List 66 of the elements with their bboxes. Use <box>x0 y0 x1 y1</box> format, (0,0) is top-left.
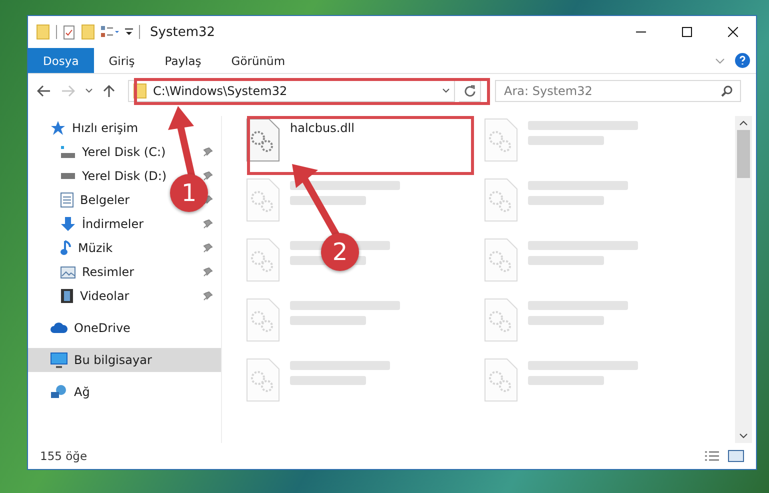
faded-file-icon <box>246 358 280 402</box>
sidebar-link[interactable]: Resimler <box>82 265 134 279</box>
picture-icon <box>60 266 76 278</box>
scrollbar-thumb[interactable] <box>737 130 750 178</box>
vertical-scrollbar[interactable] <box>735 116 752 443</box>
dropdown-chevron-icon[interactable] <box>442 88 450 94</box>
cloud-icon <box>50 322 68 334</box>
ribbon-tab[interactable]: Giriş <box>94 48 150 73</box>
drive-icon <box>60 172 76 180</box>
large-icons-view-icon[interactable] <box>728 450 744 462</box>
pin-icon[interactable] <box>203 147 213 157</box>
sidebar-link[interactable]: Yerel Disk (D:) <box>82 169 167 183</box>
folder-icon <box>36 24 50 40</box>
faded-file-icon <box>484 298 518 342</box>
maximize-icon <box>682 27 692 37</box>
faded-file-icon <box>484 178 518 222</box>
sidebar-link[interactable]: Belgeler <box>80 193 130 207</box>
properties-icon[interactable] <box>63 24 75 40</box>
faded-file-icon <box>246 298 280 342</box>
pin-icon[interactable] <box>203 291 213 301</box>
sidebar-link[interactable]: İndirmeler <box>82 217 144 231</box>
file-name[interactable]: halcbus.dll <box>290 121 354 135</box>
faded-file-icon <box>484 238 518 282</box>
dropdown-caret-icon[interactable] <box>125 28 133 36</box>
refresh-icon <box>464 85 476 97</box>
sidebar-item[interactable]: OneDrive <box>28 316 221 340</box>
film-icon <box>60 288 74 304</box>
ribbon-tab[interactable]: Görünüm <box>216 48 300 73</box>
sidebar-item[interactable]: Ağ <box>28 380 221 404</box>
faded-file-icon <box>246 238 280 282</box>
step-number-badge: 1 <box>170 174 208 212</box>
step-number-badge: 2 <box>321 233 359 271</box>
pin-icon[interactable] <box>203 243 213 253</box>
help-icon[interactable] <box>735 53 750 68</box>
sidebar-link[interactable]: Müzik <box>78 241 113 255</box>
sidebar-item[interactable]: Bu bilgisayar <box>28 348 221 372</box>
download-arrow-icon <box>60 216 76 232</box>
sidebar-item[interactable]: Hızlı erişim <box>28 116 221 140</box>
ribbon-tab[interactable]: Dosya <box>28 48 94 73</box>
ribbon-tab[interactable]: Paylaş <box>150 48 216 73</box>
search-field[interactable]: Ara: System32 <box>495 80 741 102</box>
refresh-button[interactable] <box>459 80 481 102</box>
close-icon <box>728 27 738 37</box>
dll-file-icon <box>246 118 280 162</box>
sidebar-link[interactable]: Yerel Disk (C:) <box>82 145 166 159</box>
faded-file-icon <box>484 118 518 162</box>
drive-icon <box>60 145 76 159</box>
item-count: 155 öğe <box>40 449 88 463</box>
pin-icon[interactable] <box>203 219 213 229</box>
star-icon <box>50 120 66 136</box>
address-bar[interactable]: C:\Windows\System32 <box>128 80 455 102</box>
list-view-icon[interactable] <box>101 26 119 38</box>
expand-chevron-icon[interactable] <box>715 58 725 64</box>
faded-file-icon <box>246 178 280 222</box>
details-view-icon[interactable] <box>704 450 720 462</box>
window-title: System32 <box>150 24 216 40</box>
monitor-icon <box>50 352 68 368</box>
new-folder-icon <box>81 24 95 40</box>
faded-file-icon <box>484 358 518 402</box>
document-icon <box>60 192 74 208</box>
pin-icon[interactable] <box>203 267 213 277</box>
search-icon <box>721 85 733 97</box>
network-icon <box>50 384 68 400</box>
pin-icon[interactable] <box>203 171 213 181</box>
sidebar-link[interactable]: Videolar <box>80 289 130 303</box>
music-note-icon <box>60 240 72 256</box>
